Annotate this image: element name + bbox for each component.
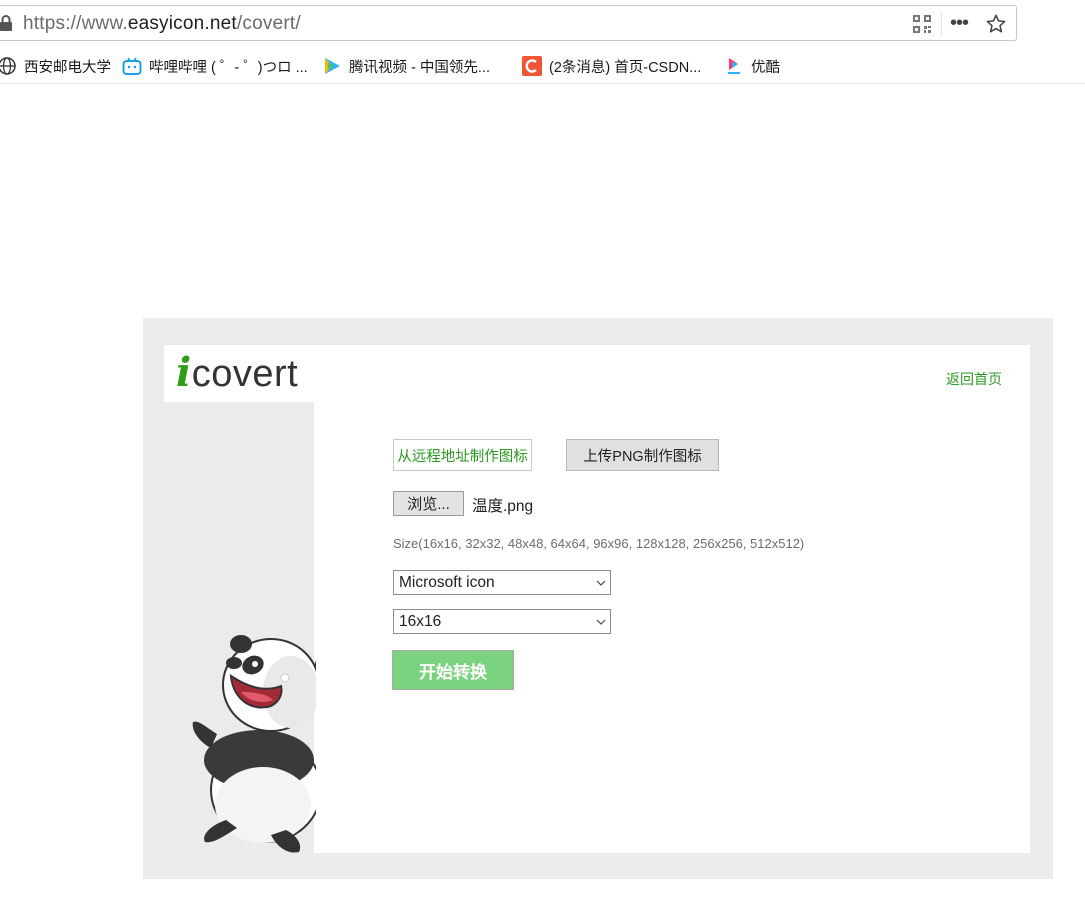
bookmark-csdn[interactable]: (2条消息) 首页-CSDN... xyxy=(522,52,701,80)
format-select-value: Microsoft icon xyxy=(399,573,495,591)
size-select-value: 16x16 xyxy=(399,612,442,630)
more-actions-icon[interactable]: ••• xyxy=(950,12,969,34)
chevron-down-icon xyxy=(596,580,606,586)
bookmark-label: 哔哩哔哩 ( ゜- ゜)つロ ... xyxy=(149,59,308,76)
lock-icon xyxy=(0,15,12,31)
size-hint: Size(16x16, 32x32, 48x48, 64x64, 96x96, … xyxy=(393,536,805,551)
bookmark-xupt[interactable]: 西安邮电大学 xyxy=(0,52,111,80)
bookmark-label: (2条消息) 首页-CSDN... xyxy=(549,59,702,76)
globe-icon xyxy=(0,57,16,75)
bookmark-tencent-video[interactable]: 腾讯视频 - 中国领先... xyxy=(322,52,490,80)
chevron-down-icon xyxy=(596,619,606,625)
size-select[interactable]: 16x16 xyxy=(393,609,611,634)
address-bar[interactable]: https://www.easyicon.net/covert/ ••• xyxy=(0,5,1017,41)
bookmark-bilibili[interactable]: 哔哩哔哩 ( ゜- ゜)つロ ... xyxy=(122,52,308,80)
tencent-video-icon xyxy=(325,58,340,74)
start-convert-button[interactable]: 开始转换 xyxy=(392,650,514,690)
toolbar-separator xyxy=(941,12,942,36)
bilibili-icon xyxy=(122,57,142,75)
site-logo[interactable]: icovert xyxy=(176,349,298,396)
toolbar-divider xyxy=(0,83,1085,84)
url-domain: easyicon.net xyxy=(127,13,237,34)
tab-remote-url[interactable]: 从远程地址制作图标 xyxy=(393,439,532,471)
url-text[interactable]: https://www.easyicon.net/covert/ xyxy=(23,13,301,35)
url-path: /covert/ xyxy=(236,13,301,34)
tab-upload-png[interactable]: 上传PNG制作图标 xyxy=(566,439,719,471)
converter-form: 从远程地址制作图标 上传PNG制作图标 浏览... 温度.png Size(16… xyxy=(314,402,1030,853)
youku-icon xyxy=(728,58,740,74)
logo-i: i xyxy=(176,349,192,396)
selected-file-name: 温度.png xyxy=(472,498,534,515)
csdn-icon xyxy=(522,56,542,76)
qr-code-icon[interactable] xyxy=(912,14,932,34)
panda-mascot-image xyxy=(192,635,316,853)
bookmark-label: 优酷 xyxy=(751,59,780,76)
bookmarks-bar: 西安邮电大学 哔哩哔哩 ( ゜- ゜)つロ ... 腾讯视频 - 中国领先...… xyxy=(0,52,1085,80)
url-prefix: https://www. xyxy=(23,13,128,34)
bookmark-star-icon[interactable] xyxy=(985,13,1007,35)
header-area: icovert 返回首页 xyxy=(164,345,1030,402)
back-home-link[interactable]: 返回首页 xyxy=(946,369,1002,389)
format-select[interactable]: Microsoft icon xyxy=(393,570,611,595)
browse-button[interactable]: 浏览... xyxy=(393,491,464,516)
bookmark-label: 西安邮电大学 xyxy=(24,59,111,76)
logo-text: covert xyxy=(191,353,299,395)
converter-frame: icovert 返回首页 从远程地址制作图标 上传PNG制作图标 浏览... 温… xyxy=(143,318,1053,879)
bookmark-youku[interactable]: 优酷 xyxy=(724,52,780,80)
bookmark-label: 腾讯视频 - 中国领先... xyxy=(349,59,490,76)
